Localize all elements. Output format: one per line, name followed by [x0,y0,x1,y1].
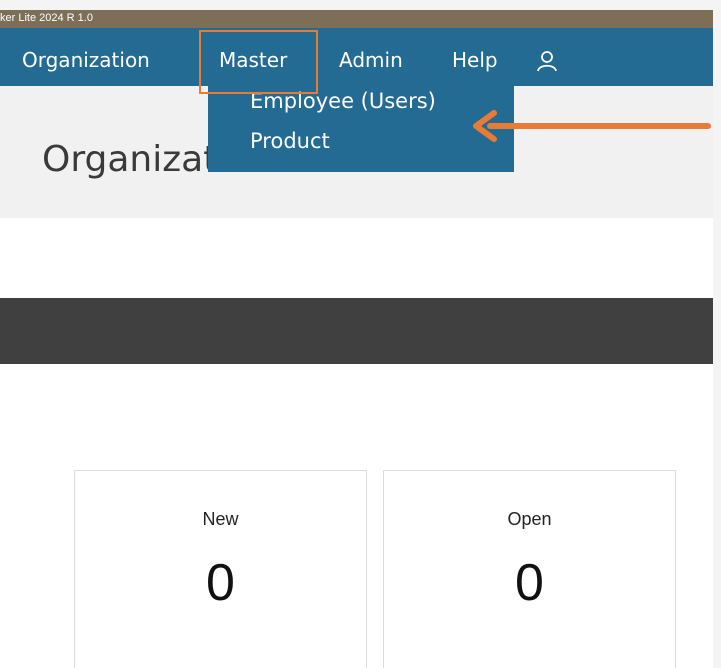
menu-admin[interactable]: Admin [339,48,403,72]
dark-banner [0,298,713,364]
title-bar: ker Lite 2024 R 1.0 [0,10,713,28]
menu-bar: Organization Master Admin Help [0,28,713,86]
dropdown-item-product[interactable]: Product [250,128,330,154]
card-count: 0 [515,554,544,612]
card-label: New [202,509,239,529]
card-count: 0 [206,554,235,612]
menu-master[interactable]: Master [219,48,287,72]
menu-help[interactable]: Help [452,48,498,72]
user-icon[interactable] [536,50,558,72]
window-title: ker Lite 2024 R 1.0 [0,12,93,24]
card-label: Open [507,509,552,529]
menu-organization[interactable]: Organization [22,48,150,72]
dropdown-item-employee-users[interactable]: Employee (Users) [250,88,436,114]
status-card-open[interactable]: Open 0 [383,470,676,668]
app-window: ker Lite 2024 R 1.0 Organization Dashboa… [0,10,713,668]
status-card-new[interactable]: New 0 [74,470,367,668]
annotation-arrow-icon [473,110,711,142]
